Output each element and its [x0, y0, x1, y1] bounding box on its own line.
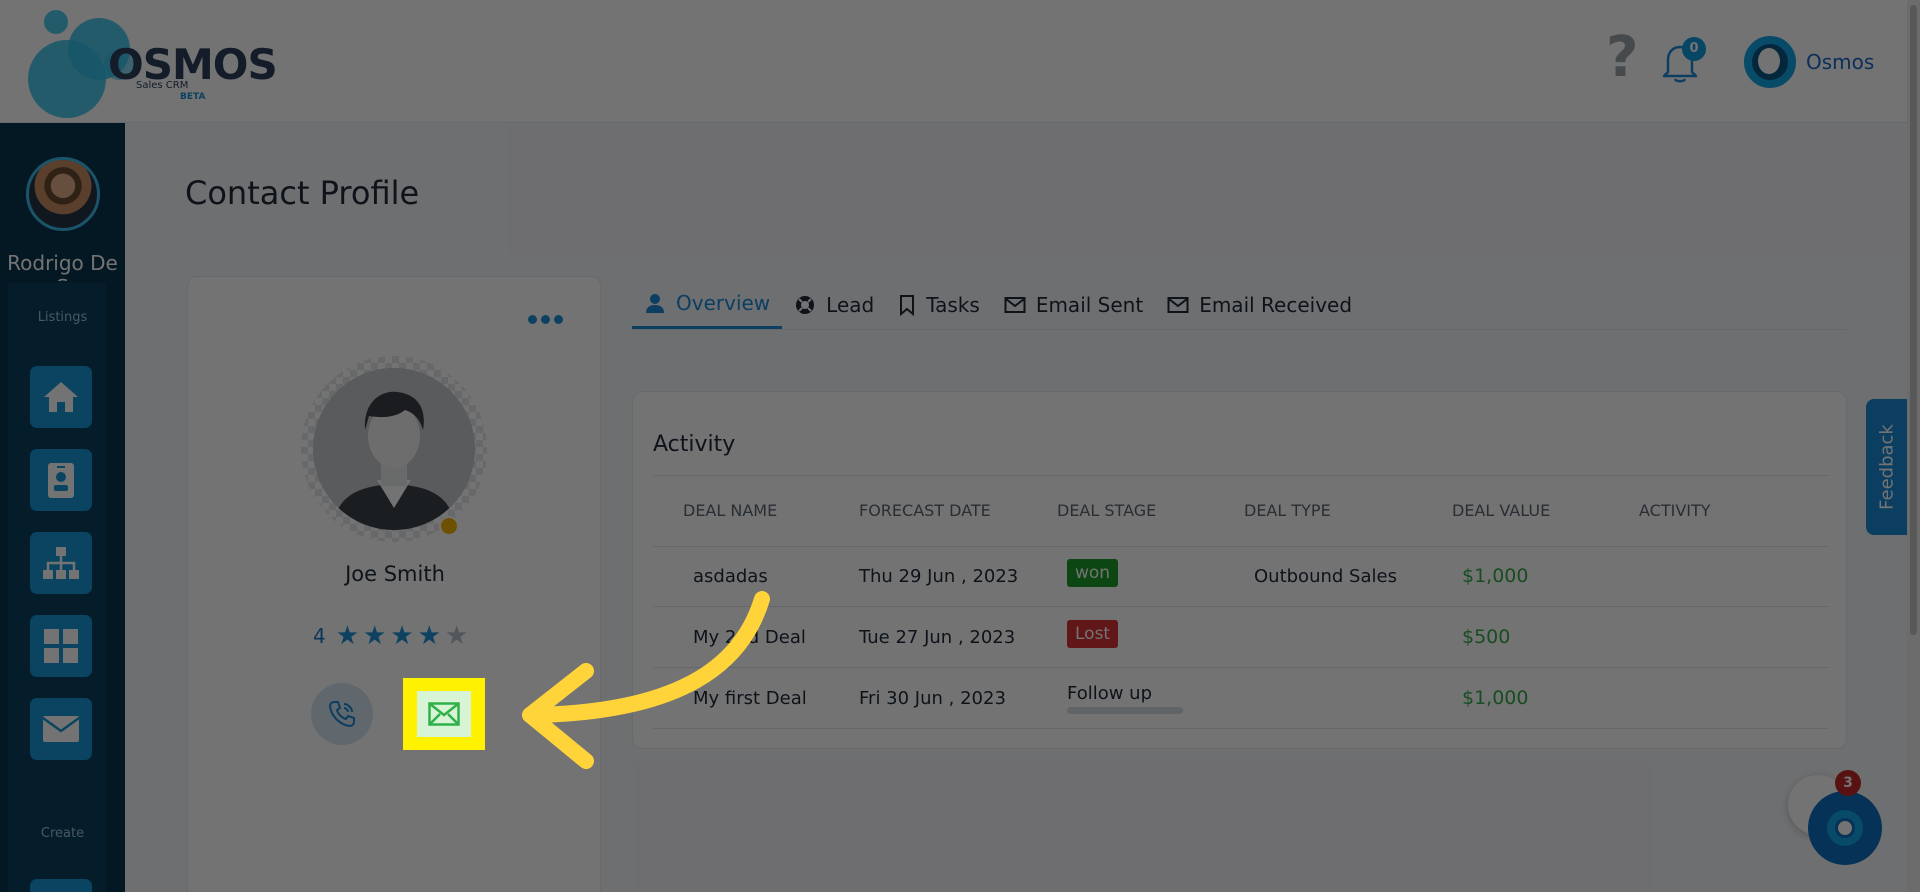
email-button-inner — [417, 691, 471, 737]
star-icon[interactable]: ★ — [363, 623, 386, 649]
forecast-date: Tue 27 Jun , 2023 — [859, 627, 1016, 648]
deal-value: $1,000 — [1462, 565, 1529, 587]
phone-icon — [328, 701, 355, 728]
top-header: OSMOS Sales CRM BETA ? 0 Osmos — [0, 0, 1907, 123]
column-header[interactable]: DEAL STAGE — [1057, 501, 1156, 520]
deal-name[interactable]: My 2nd Deal — [693, 627, 806, 648]
sidebar-item-email[interactable] — [30, 698, 92, 760]
user-avatar — [1744, 36, 1796, 88]
home-icon — [44, 382, 78, 412]
deal-stage-badge: won — [1067, 559, 1119, 587]
deal-name[interactable]: asdadas — [693, 566, 768, 587]
org-chart-icon — [43, 547, 79, 579]
page-scrollbar[interactable] — [1907, 0, 1920, 892]
column-header[interactable]: DEAL VALUE — [1452, 501, 1550, 520]
call-button[interactable] — [311, 683, 373, 745]
envelope-icon — [1167, 296, 1189, 313]
column-header[interactable]: DEAL NAME — [683, 501, 777, 520]
help-icon[interactable]: ? — [1606, 30, 1638, 86]
sidebar-item-organization[interactable] — [30, 532, 92, 594]
sidebar-item-dashboard[interactable] — [30, 615, 92, 677]
column-header[interactable]: FORECAST DATE — [859, 501, 991, 520]
grid-icon — [44, 629, 78, 663]
deal-name[interactable]: My first Deal — [693, 688, 807, 709]
deal-stage-label: Follow up — [1067, 683, 1153, 704]
star-icon[interactable]: ★ — [336, 623, 359, 649]
tab-label: Email Received — [1199, 292, 1353, 317]
deal-type: Outbound Sales — [1254, 566, 1397, 587]
osmos-logo[interactable]: OSMOS Sales CRM BETA — [28, 10, 278, 118]
envelope-icon — [1004, 296, 1026, 313]
envelope-icon — [428, 702, 460, 726]
logo-beta-badge: BETA — [180, 92, 206, 102]
tab-email-sent[interactable]: Email Sent — [992, 281, 1155, 329]
sidebar-listings-label: Listings — [37, 310, 88, 325]
activity-title: Activity — [653, 432, 736, 457]
sidebar-item-create[interactable] — [30, 879, 92, 892]
column-header[interactable]: DEAL TYPE — [1244, 501, 1331, 520]
contact-profile-card: Joe Smith 4 ★ ★ ★ ★ ★ — [187, 276, 601, 892]
scrollbar-thumb[interactable] — [1910, 5, 1917, 635]
logo-wordmark: OSMOS — [108, 40, 278, 89]
tab-label: Tasks — [926, 292, 980, 317]
tab-lead[interactable]: Lead — [782, 281, 886, 329]
lifebuoy-icon — [796, 295, 815, 314]
deal-stage-progress — [1067, 707, 1183, 714]
logo-subtitle: Sales CRM — [136, 80, 189, 91]
notification-count-badge: 0 — [1682, 37, 1706, 61]
sidebar-create-label: Create — [40, 826, 85, 841]
sidebar-user-name: Rodrigo De S — [7, 251, 118, 281]
deal-value: $1,000 — [1462, 687, 1529, 709]
contact-card-icon — [48, 463, 74, 498]
rating-value: 4 — [313, 624, 326, 648]
envelope-icon — [42, 716, 80, 742]
chat-logo-icon — [1827, 810, 1863, 846]
feedback-tab[interactable]: Feedback — [1866, 399, 1908, 535]
forecast-date: Fri 30 Jun , 2023 — [859, 688, 1006, 709]
profile-tabs: Overview Lead Tasks Email Sent Email Rec… — [632, 280, 1847, 330]
column-header[interactable]: ACTIVITY — [1639, 501, 1711, 520]
star-icon[interactable]: ★ — [418, 623, 441, 649]
sidebar-item-home[interactable] — [30, 366, 92, 428]
sidebar-avatar[interactable] — [26, 157, 100, 231]
bookmark-icon — [900, 294, 915, 316]
person-silhouette-icon — [313, 368, 475, 530]
contact-name: Joe Smith — [345, 562, 445, 586]
sidebar-item-contacts[interactable] — [30, 449, 92, 511]
sidebar: Rodrigo De S Listings Create — [0, 123, 125, 892]
feedback-label: Feedback — [1876, 424, 1898, 510]
tab-overview[interactable]: Overview — [632, 281, 783, 329]
chat-launcher-button[interactable] — [1808, 791, 1882, 865]
online-status-dot — [439, 516, 459, 536]
activity-card: Activity DEAL NAME FORECAST DATE DEAL ST… — [632, 391, 1847, 749]
tab-email-received[interactable]: Email Received — [1155, 281, 1364, 329]
user-menu[interactable]: Osmos — [1744, 36, 1874, 88]
tab-tasks[interactable]: Tasks — [886, 281, 992, 329]
user-icon — [646, 294, 664, 313]
tab-label: Overview — [676, 291, 771, 315]
star-icon[interactable]: ★ — [390, 623, 413, 649]
contact-rating: 4 ★ ★ ★ ★ ★ — [313, 623, 468, 649]
more-options-icon[interactable] — [528, 315, 563, 324]
email-button[interactable] — [403, 678, 485, 750]
forecast-date: Thu 29 Jun , 2023 — [859, 566, 1019, 587]
page-title: Contact Profile — [185, 174, 420, 212]
chat-unread-badge: 3 — [1835, 770, 1861, 796]
deal-stage-badge: Lost — [1067, 620, 1119, 648]
star-empty-icon[interactable]: ★ — [445, 623, 468, 649]
deal-value: $500 — [1462, 626, 1511, 648]
contact-avatar — [301, 356, 487, 542]
tab-label: Lead — [826, 292, 875, 317]
user-name: Osmos — [1806, 50, 1875, 74]
tab-label: Email Sent — [1035, 292, 1144, 317]
